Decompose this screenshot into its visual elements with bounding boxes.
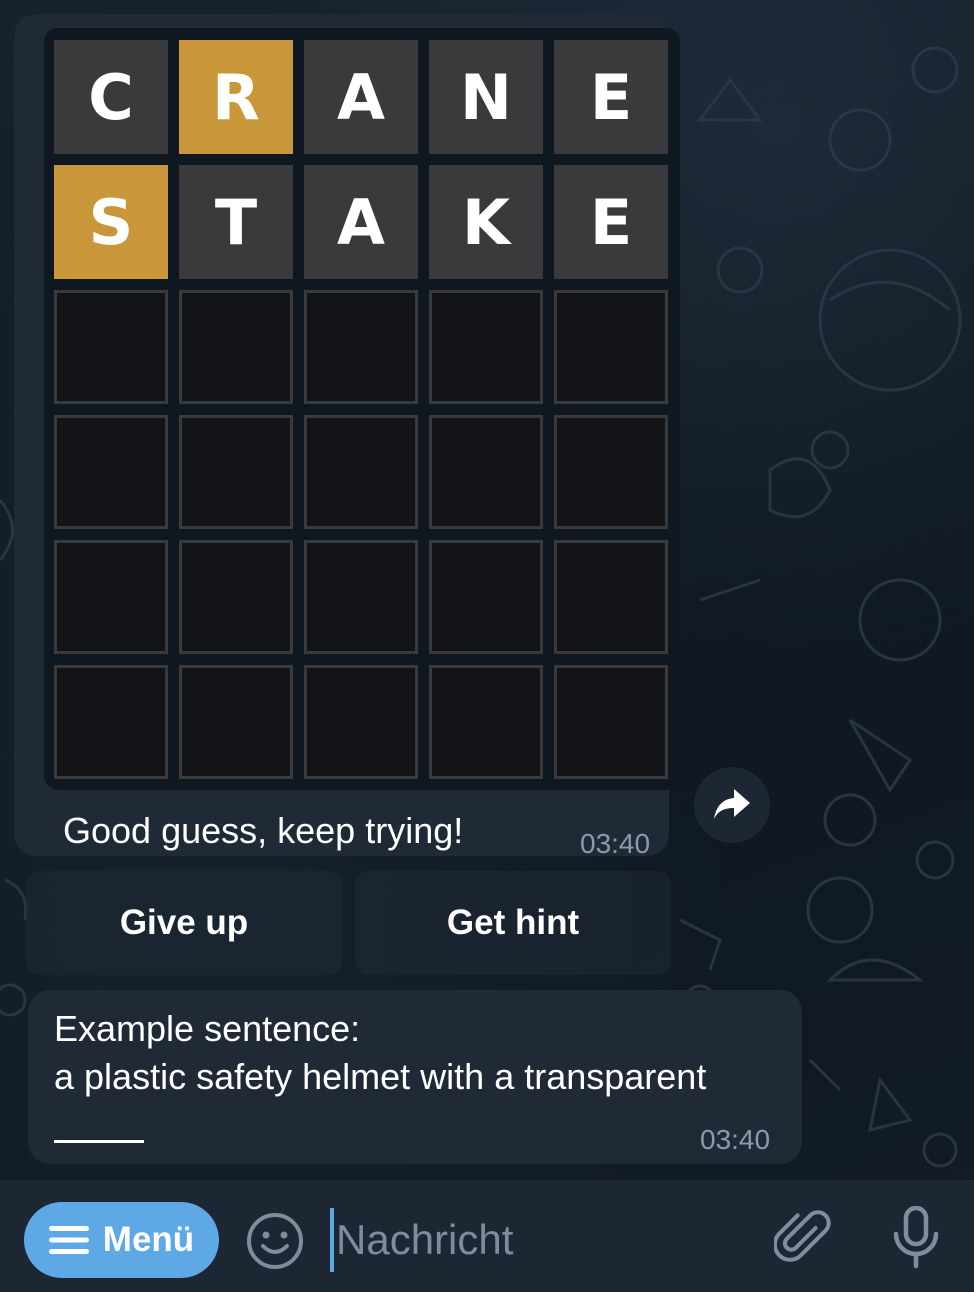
- board-tile: [429, 665, 543, 779]
- board-tile: S: [54, 165, 168, 279]
- board-tile: [304, 540, 418, 654]
- board-tile: [304, 290, 418, 404]
- hint-message-bubble: Example sentence: a plastic safety helme…: [28, 990, 802, 1164]
- board-tile: [554, 415, 668, 529]
- board-tile: E: [554, 40, 668, 154]
- give-up-button[interactable]: Give up: [26, 871, 342, 975]
- menu-button[interactable]: Menü: [24, 1202, 219, 1278]
- board-tile: T: [179, 165, 293, 279]
- board-tile: N: [429, 40, 543, 154]
- board-tile: [429, 290, 543, 404]
- emoji-icon[interactable]: [246, 1212, 304, 1270]
- message-input-bar: Menü: [0, 1180, 974, 1292]
- board-tile: [554, 540, 668, 654]
- hint-blank-underline: [54, 1140, 144, 1143]
- board-tile: A: [304, 40, 418, 154]
- message-input[interactable]: [330, 1208, 758, 1272]
- paperclip-icon[interactable]: [774, 1206, 834, 1270]
- board-tile: [304, 415, 418, 529]
- hint-message-time: 03:40: [700, 1124, 771, 1155]
- game-message-bubble: CRANE STAKE Good guess, keep trying! 03:4…: [14, 14, 680, 859]
- board-tile: E: [554, 165, 668, 279]
- board-tile: A: [304, 165, 418, 279]
- menu-button-label: Menü: [102, 1220, 195, 1259]
- game-message-text: Good guess, keep trying!: [63, 810, 464, 851]
- share-button[interactable]: [694, 767, 770, 843]
- board-tile: [54, 415, 168, 529]
- game-message-time: 03:40: [580, 828, 651, 859]
- board-tile: C: [54, 40, 168, 154]
- hint-message-line-2: a plastic safety helmet with a transpare…: [54, 1056, 707, 1097]
- board-tile: [554, 665, 668, 779]
- board-tile: [54, 540, 168, 654]
- hamburger-icon: [48, 1226, 89, 1254]
- board-tile: [54, 290, 168, 404]
- microphone-icon[interactable]: [888, 1206, 944, 1270]
- board-tile: [179, 415, 293, 529]
- board-tile: [179, 665, 293, 779]
- wordle-board: CRANE STAKE: [44, 28, 680, 790]
- board-tile: R: [179, 40, 293, 154]
- board-tile: [554, 290, 668, 404]
- board-tile: [179, 540, 293, 654]
- get-hint-button[interactable]: Get hint: [355, 871, 671, 975]
- board-tile: K: [429, 165, 543, 279]
- board-tile: [179, 290, 293, 404]
- board-tile: [429, 415, 543, 529]
- share-arrow-icon: [714, 789, 750, 819]
- hint-message-line-1: Example sentence:: [54, 1008, 361, 1049]
- board-tile: [54, 665, 168, 779]
- board-tile: [304, 665, 418, 779]
- board-tile: [429, 540, 543, 654]
